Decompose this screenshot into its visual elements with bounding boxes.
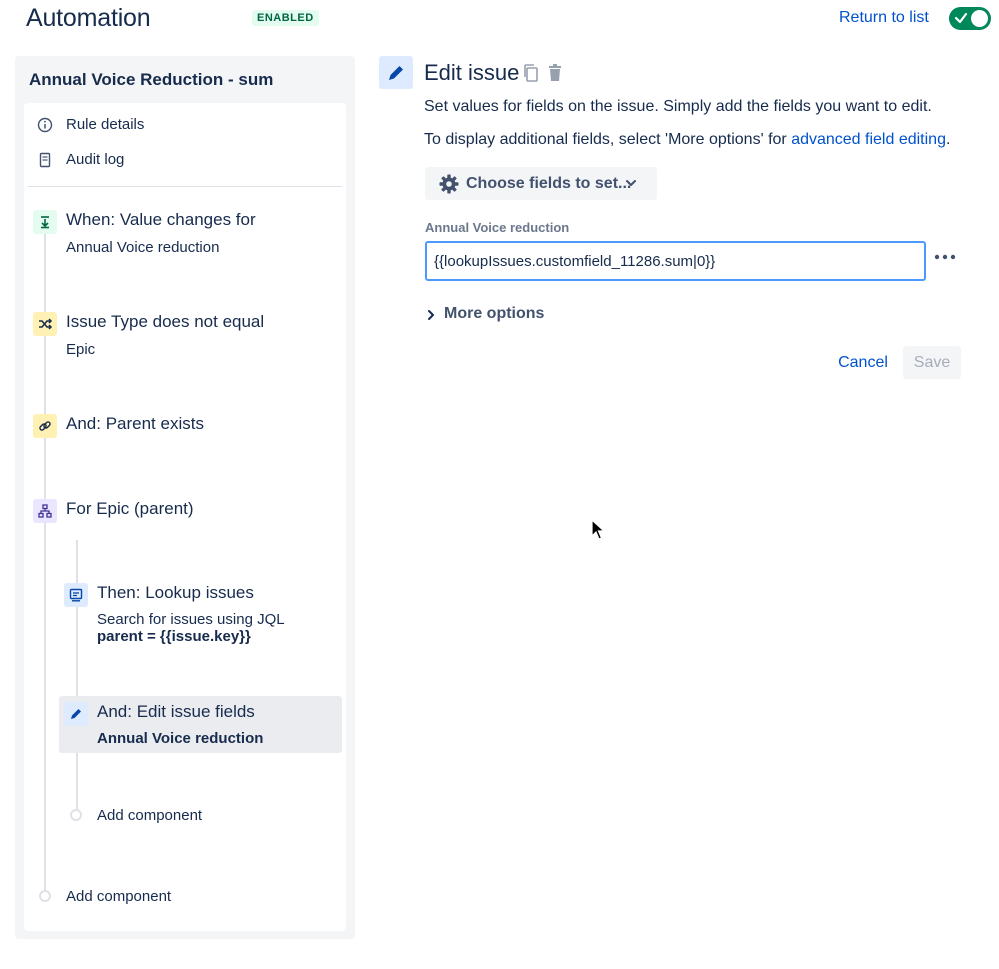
add-component-nested-button[interactable]: Add component bbox=[97, 807, 202, 824]
copy-icon[interactable] bbox=[522, 63, 540, 83]
action-step-icon[interactable] bbox=[64, 583, 88, 607]
more-options-label: More options bbox=[444, 305, 545, 322]
add-component-dot[interactable] bbox=[39, 890, 51, 902]
nested-connector-line bbox=[76, 540, 78, 815]
save-button[interactable]: Save bbox=[903, 346, 961, 379]
pencil-icon bbox=[389, 65, 403, 80]
pencil-icon bbox=[71, 709, 81, 719]
step-subtitle: Annual Voice reduction bbox=[66, 239, 220, 256]
menu-item-label: Rule details bbox=[66, 116, 145, 133]
panel-title: Edit issue bbox=[424, 60, 520, 85]
branch-step-icon[interactable] bbox=[33, 499, 57, 523]
field-label: Annual Voice reduction bbox=[425, 220, 570, 235]
panel-description: Set values for fields on the issue. Simp… bbox=[424, 98, 932, 115]
choose-fields-button[interactable]: Choose fields to set... bbox=[425, 167, 657, 200]
check-icon bbox=[954, 12, 968, 24]
rule-sidebar: Annual Voice Reduction - sum Rule detail… bbox=[15, 56, 355, 939]
menu-item-rule-details[interactable]: Rule details bbox=[24, 110, 346, 140]
advanced-text: To display additional fields, select 'Mo… bbox=[424, 131, 792, 148]
mouse-cursor-icon bbox=[591, 519, 605, 540]
trigger-step-icon[interactable] bbox=[33, 210, 57, 234]
step-title[interactable]: And: Edit issue fields bbox=[97, 702, 255, 722]
divider bbox=[28, 186, 342, 187]
lookup-icon bbox=[69, 588, 83, 602]
step-subtitle: Annual Voice reduction bbox=[97, 730, 264, 747]
step-jql-query: parent = {{issue.key}} bbox=[97, 628, 251, 645]
shuffle-icon bbox=[39, 318, 53, 330]
annual-voice-reduction-input[interactable] bbox=[425, 241, 926, 281]
condition-step-icon[interactable] bbox=[33, 312, 57, 336]
step-subtitle: Search for issues using JQL bbox=[97, 611, 285, 628]
step-title[interactable]: For Epic (parent) bbox=[66, 499, 194, 519]
advanced-text-suffix: . bbox=[945, 131, 951, 148]
step-title[interactable]: Issue Type does not equal bbox=[66, 312, 264, 332]
step-title[interactable]: Then: Lookup issues bbox=[97, 583, 254, 603]
panel-description-advanced: To display additional fields, select 'Mo… bbox=[424, 131, 950, 149]
return-to-list-link[interactable]: Return to list bbox=[839, 9, 929, 27]
menu-item-audit-log[interactable]: Audit log bbox=[24, 145, 346, 175]
cancel-button[interactable]: Cancel bbox=[829, 346, 897, 379]
action-step-icon[interactable] bbox=[64, 702, 88, 726]
hierarchy-icon bbox=[38, 504, 52, 518]
info-icon bbox=[37, 117, 53, 133]
trigger-icon bbox=[41, 216, 49, 229]
add-component-button[interactable]: Add component bbox=[66, 888, 171, 905]
edit-issue-icon-box bbox=[379, 56, 413, 89]
step-title[interactable]: When: Value changes for bbox=[66, 210, 256, 230]
link-icon bbox=[39, 421, 51, 431]
add-component-dot[interactable] bbox=[70, 809, 82, 821]
audit-log-icon bbox=[39, 152, 51, 168]
page-title: Automation bbox=[26, 4, 151, 32]
advanced-field-editing-link[interactable]: advanced field editing bbox=[791, 131, 946, 148]
condition-step-icon[interactable] bbox=[33, 414, 57, 438]
chevron-right-icon bbox=[428, 310, 434, 320]
gear-icon bbox=[439, 174, 459, 194]
status-badge: ENABLED bbox=[252, 10, 319, 26]
more-actions-icon[interactable] bbox=[934, 247, 956, 267]
step-title[interactable]: And: Parent exists bbox=[66, 414, 204, 434]
rule-enabled-toggle[interactable] bbox=[949, 7, 991, 30]
toggle-knob bbox=[971, 10, 988, 27]
choose-fields-label: Choose fields to set... bbox=[466, 175, 632, 192]
step-subtitle: Epic bbox=[66, 341, 96, 358]
menu-item-label: Audit log bbox=[66, 151, 125, 168]
rule-name: Annual Voice Reduction - sum bbox=[29, 70, 274, 89]
rule-components-panel: Rule details Audit log When: Value chang… bbox=[24, 103, 346, 931]
chevron-down-icon bbox=[626, 180, 636, 186]
trash-icon[interactable] bbox=[546, 63, 564, 83]
